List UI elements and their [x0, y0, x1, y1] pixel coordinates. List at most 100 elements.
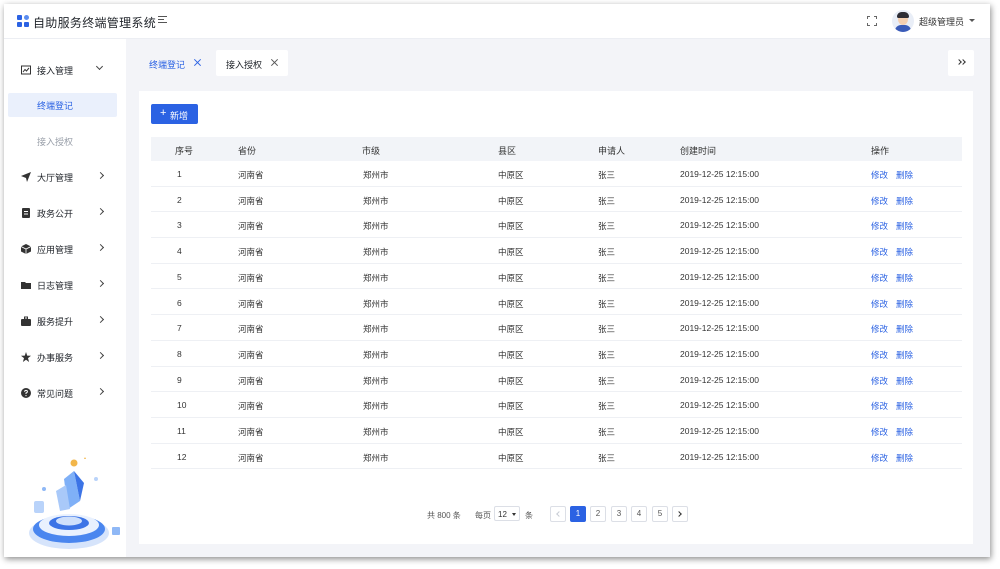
cell-province: 河南省 [238, 272, 264, 283]
cell-province: 河南省 [238, 349, 264, 360]
cell-created: 2019-12-25 12:15:00 [680, 400, 759, 411]
sidebar-subitem-access-authorization[interactable]: 接入授权 [8, 129, 117, 153]
cell-city: 郑州市 [363, 170, 389, 180]
chevron-right-icon [96, 387, 105, 396]
sidebar-item-service-improvement[interactable]: 服务提升 [4, 309, 126, 333]
delete-link[interactable]: 删除 [896, 349, 913, 361]
edit-link[interactable]: 修改 [871, 220, 888, 232]
close-icon[interactable] [270, 58, 279, 67]
cell-city: 郑州市 [363, 427, 389, 437]
pagination-per-page-label: 每页 [475, 511, 491, 520]
delete-link[interactable]: 删除 [896, 400, 913, 412]
sidebar-item-affairs-service[interactable]: 办事服务 [4, 345, 126, 369]
cell-applicant: 张三 [598, 298, 616, 309]
page-button-5[interactable]: 5 [652, 506, 668, 522]
cell-no: 8 [177, 348, 182, 359]
table-row: 8 河南省 郑州市 中原区 张三 2019-12-25 12:15:00 修改 删除 [151, 341, 962, 367]
sidebar-item-government-affairs[interactable]: 政务公开 [4, 201, 126, 225]
fullscreen-icon[interactable] [867, 16, 877, 26]
tabs-more-button[interactable] [948, 50, 974, 76]
sidebar-item-app-management[interactable]: 应用管理 [4, 237, 126, 261]
cell-applicant: 张三 [598, 170, 616, 180]
edit-link[interactable]: 修改 [871, 323, 888, 335]
chevron-right-icon [676, 511, 682, 517]
delete-link[interactable]: 删除 [896, 195, 913, 207]
sidebar-subitem-terminal-registration[interactable]: 终端登记 [8, 93, 117, 117]
page-button-3[interactable]: 3 [611, 506, 627, 522]
close-icon[interactable] [193, 58, 202, 67]
pagination-unit-label: 条 [525, 511, 533, 520]
edit-link[interactable]: 修改 [871, 452, 888, 464]
tab-access-authorization[interactable]: 接入授权 [216, 50, 288, 76]
sidebar-item-label: 服务提升 [37, 317, 74, 327]
top-bar: 自助服务终端管理系统 超级管理员 [4, 4, 990, 39]
edit-link[interactable]: 修改 [871, 349, 888, 361]
tab-terminal-registration[interactable]: 终端登记 [139, 50, 211, 76]
delete-link[interactable]: 删除 [896, 169, 913, 181]
add-button[interactable]: + 新增 [151, 104, 198, 124]
cell-province: 河南省 [238, 401, 264, 412]
delete-link[interactable]: 删除 [896, 298, 913, 310]
delete-link[interactable]: 删除 [896, 426, 913, 438]
edit-link[interactable]: 修改 [871, 246, 888, 258]
cell-no: 9 [177, 374, 182, 385]
delete-link[interactable]: 删除 [896, 452, 913, 464]
page-button-1[interactable]: 1 [570, 506, 586, 522]
cell-county: 中原区 [498, 375, 524, 386]
app-logo-icon [17, 15, 29, 27]
edit-link[interactable]: 修改 [871, 426, 888, 438]
avatar[interactable] [892, 10, 914, 32]
sidebar-item-hall-management[interactable]: 大厅管理 [4, 165, 126, 189]
edit-link[interactable]: 修改 [871, 375, 888, 387]
delete-link[interactable]: 删除 [896, 246, 913, 258]
page-button-2[interactable]: 2 [590, 506, 606, 522]
user-name[interactable]: 超级管理员 [919, 15, 964, 28]
sidebar-item-access-management[interactable]: 接入管理 [4, 58, 126, 82]
page-size-value: 12 [498, 510, 507, 519]
cell-applicant: 张三 [598, 401, 616, 412]
edit-link[interactable]: 修改 [871, 298, 888, 310]
sidebar-item-label: 应用管理 [37, 245, 74, 255]
next-page-button[interactable] [672, 506, 688, 522]
edit-link[interactable]: 修改 [871, 272, 888, 284]
plus-icon: + [160, 107, 167, 119]
table-row: 4 河南省 郑州市 中原区 张三 2019-12-25 12:15:00 修改 删除 [151, 238, 962, 264]
cell-county: 中原区 [498, 298, 524, 309]
sidebar-item-log-management[interactable]: 日志管理 [4, 273, 126, 297]
page-button-4[interactable]: 4 [631, 506, 647, 522]
send-icon [21, 172, 31, 182]
table-row: 6 河南省 郑州市 中原区 张三 2019-12-25 12:15:00 修改 删除 [151, 290, 962, 316]
cell-city: 郑州市 [363, 272, 389, 283]
delete-link[interactable]: 删除 [896, 220, 913, 232]
prev-page-button[interactable] [550, 506, 566, 522]
cell-applicant: 张三 [598, 452, 616, 463]
user-menu-caret-icon[interactable] [969, 19, 975, 22]
table-row: 9 河南省 郑州市 中原区 张三 2019-12-25 12:15:00 修改 删除 [151, 367, 962, 393]
chevron-right-icon [96, 243, 105, 252]
edit-link[interactable]: 修改 [871, 169, 888, 181]
sidebar-item-label: 办事服务 [37, 353, 74, 363]
page-size-select[interactable]: 12 [494, 506, 520, 521]
delete-link[interactable]: 删除 [896, 272, 913, 284]
delete-link[interactable]: 删除 [896, 323, 913, 335]
app-window: 自助服务终端管理系统 超级管理员 接入管理 终端登记 接入授权 大厅管理 政务公… [4, 4, 990, 557]
sidebar: 接入管理 终端登记 接入授权 大厅管理 政务公开 应用管理 日志管理 服务提升 … [4, 39, 126, 557]
add-button-label: 新增 [170, 111, 189, 121]
cell-county: 中原区 [498, 452, 524, 463]
cell-province: 河南省 [238, 221, 264, 232]
edit-link[interactable]: 修改 [871, 400, 888, 412]
chevron-right-icon [96, 351, 105, 360]
cell-applicant: 张三 [598, 247, 616, 258]
sidebar-item-faq[interactable]: 常见问题 [4, 381, 126, 405]
cell-created: 2019-12-25 12:15:00 [680, 426, 759, 436]
cell-county: 中原区 [498, 221, 524, 232]
cell-province: 河南省 [238, 375, 264, 386]
cell-applicant: 张三 [598, 272, 616, 283]
delete-link[interactable]: 删除 [896, 375, 913, 387]
menu-collapse-icon[interactable] [158, 16, 167, 24]
edit-link[interactable]: 修改 [871, 195, 888, 207]
chevron-right-icon [96, 207, 105, 216]
cell-no: 4 [177, 246, 182, 257]
sidebar-subitem-label: 接入授权 [37, 137, 74, 147]
cell-no: 10 [177, 400, 187, 411]
